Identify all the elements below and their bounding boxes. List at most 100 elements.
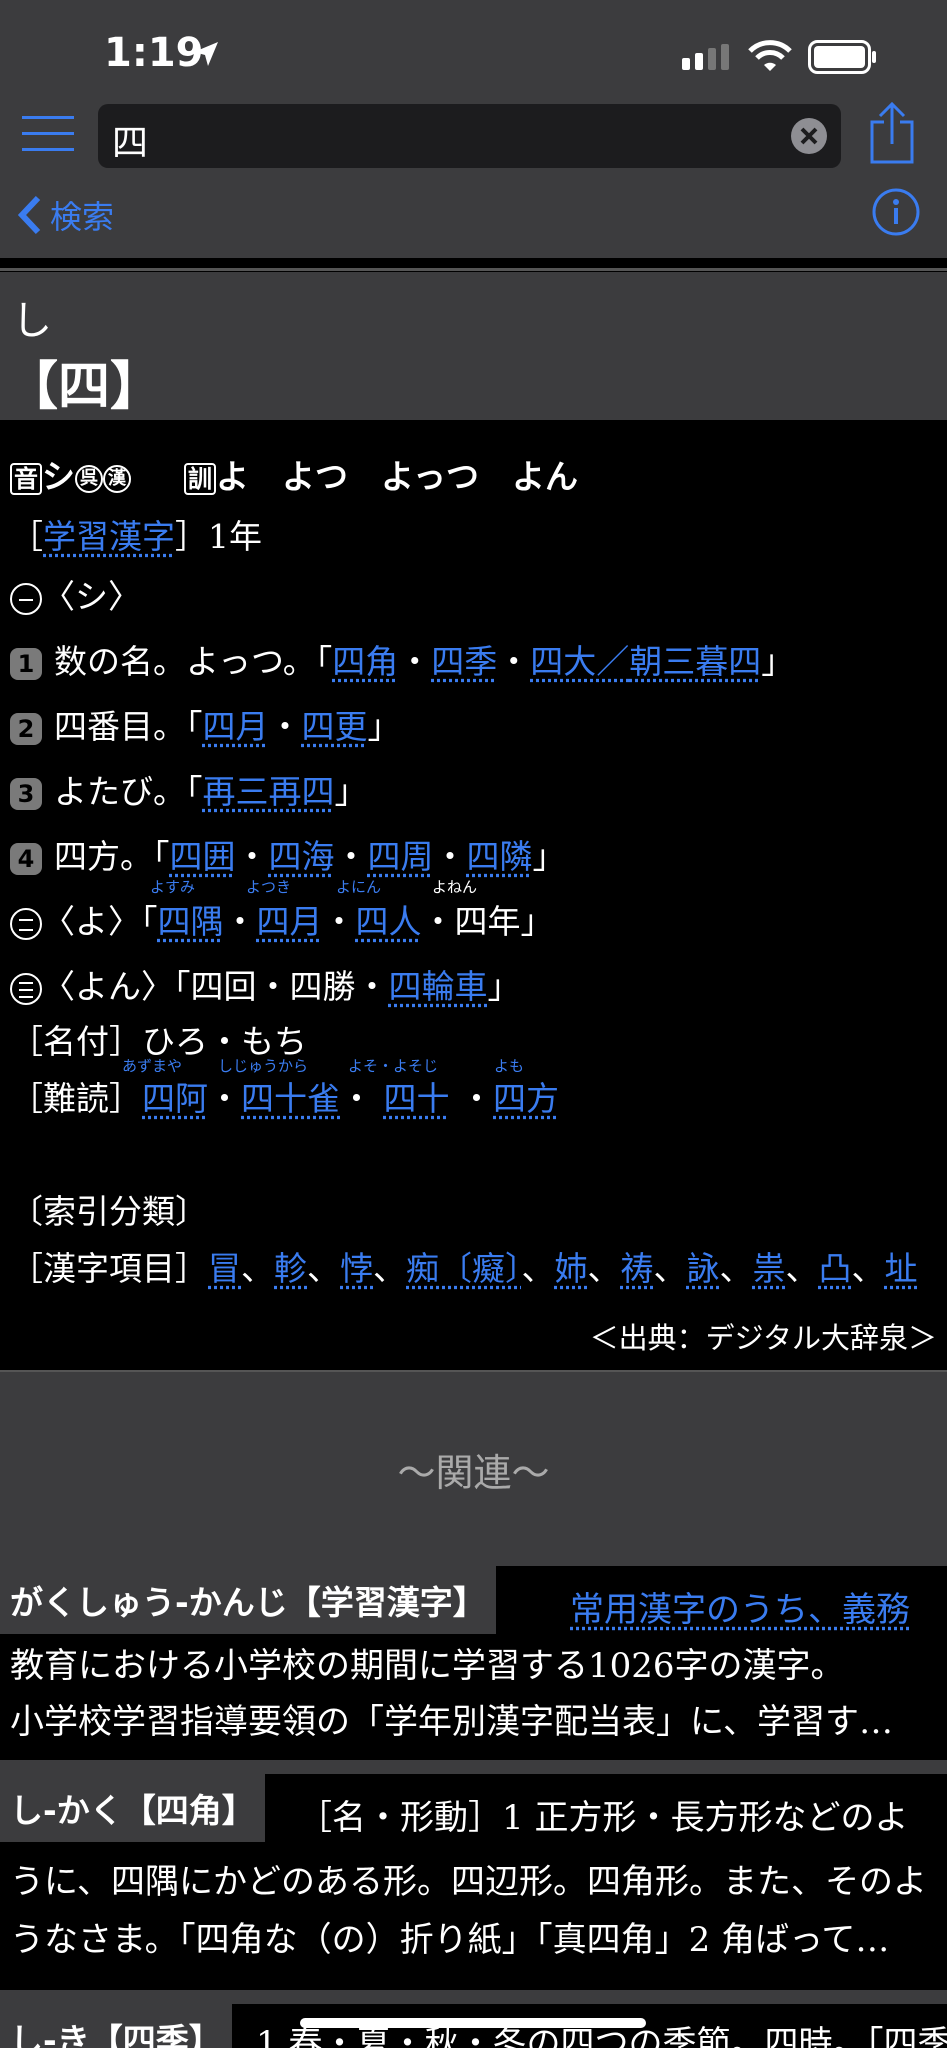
headword-reading: し	[12, 298, 52, 344]
sense-number-2: 2	[10, 713, 42, 745]
sense-text: よたび。「	[54, 772, 203, 811]
ruby-text: よねん	[432, 878, 478, 896]
section-three-mark	[10, 973, 42, 1005]
section-two-label: 〈よ〉「	[42, 902, 158, 941]
link-word[interactable]: 冒	[208, 1249, 241, 1288]
battery-icon	[808, 40, 876, 74]
card-line: 常用漢字のうち、義務	[570, 1582, 910, 1631]
link-word[interactable]: 四阿	[142, 1079, 208, 1118]
card-headword: し-かく【四角】	[0, 1774, 265, 1842]
quote-end: 」	[367, 707, 401, 746]
kun-reading: よ よつ よっつ よん	[216, 457, 579, 496]
grade-open: ［	[10, 517, 43, 556]
sense-text: 四方。「	[54, 837, 170, 876]
link-word[interactable]: 凸	[819, 1249, 852, 1288]
link-word[interactable]: 四十	[384, 1079, 450, 1118]
status-time: 1:19	[104, 30, 204, 76]
section-two-mark	[10, 908, 42, 940]
sense-number-1: 1	[10, 648, 42, 680]
link-word[interactable]: 四隣	[467, 837, 533, 876]
related-title: 〜関連〜	[397, 1451, 550, 1495]
link-word[interactable]: 四更	[302, 707, 368, 746]
link-word[interactable]: 祷	[621, 1249, 654, 1288]
search-value: 四	[112, 123, 149, 164]
quote-end: 」	[761, 642, 795, 681]
index-label: 〔索引分類〕	[10, 1192, 208, 1231]
home-indicator	[300, 2018, 646, 2028]
sense-number-3: 3	[10, 778, 42, 810]
link-word[interactable]: 四人	[356, 902, 422, 941]
link-word[interactable]: 悖	[340, 1249, 373, 1288]
grade-link[interactable]: 学習漢字	[43, 517, 175, 556]
link-word[interactable]: 四月	[203, 707, 269, 746]
link-word[interactable]: 四周	[368, 837, 434, 876]
chevron-left-icon	[17, 195, 41, 235]
kanji-items-label: ［漢字項目］	[10, 1249, 208, 1288]
link-word[interactable]: 四方	[493, 1079, 559, 1118]
related-card[interactable]: がくしゅう-かんじ【学習漢字】 常用漢字のうち、義務 教育における小学校の期間に…	[0, 1566, 947, 1760]
ruby-text: よすみ	[150, 878, 196, 896]
card-text: 常用漢字のうち、義務	[570, 1590, 910, 1630]
back-button[interactable]: 検索	[16, 190, 114, 240]
section-one-mark	[10, 583, 42, 615]
headword-area: し 【四】	[0, 272, 947, 420]
section-two-tail: ・四年」	[421, 902, 554, 941]
sense-3: 3 よたび。「再三再四」	[10, 765, 368, 813]
source-credit: ＜出典：デジタル大辞泉＞	[589, 1321, 937, 1355]
search-input[interactable]: 四	[98, 104, 841, 168]
share-icon[interactable]	[868, 100, 916, 166]
sense-2: 2 四番目。「四月・四更」	[10, 700, 401, 748]
link-word[interactable]: 四角	[332, 642, 398, 681]
quote-end: 」	[532, 837, 566, 876]
divider	[0, 268, 947, 271]
section-three-label: 〈よん〉「四回・四勝・	[42, 967, 389, 1006]
section-three: 〈よん〉「四回・四勝・四輪車」	[10, 960, 521, 1008]
nandoku-label: ［難読］	[10, 1079, 142, 1118]
headword-kanji: 【四】	[6, 356, 163, 417]
card-line: ［名・形動］1 正方形・長方形などのよ	[298, 1798, 909, 1838]
link-word[interactable]: 祟	[753, 1249, 786, 1288]
section-two: 〈よ〉「四隅・四月・四人・四年」	[10, 895, 554, 943]
link-word[interactable]: 四月	[257, 902, 323, 941]
link-word[interactable]: 朝三暮四	[629, 642, 761, 681]
section-one: 〈シ〉	[10, 570, 141, 618]
entry-body: 音シ呉漢 訓よ よつ よっつ よん ［学習漢字］1年 〈シ〉 1 数の名。よっつ。…	[0, 420, 947, 1370]
link-word[interactable]: 姉	[555, 1249, 588, 1288]
signal-icon	[682, 44, 729, 70]
info-icon[interactable]	[872, 188, 920, 236]
on-reading: シ	[42, 457, 75, 496]
menu-icon[interactable]	[22, 112, 74, 156]
link-word[interactable]: 四隅	[158, 902, 224, 941]
link-word[interactable]: 再三再四	[203, 772, 335, 811]
link-word[interactable]: 詠	[687, 1249, 720, 1288]
kanji-items-line: ［漢字項目］冒、軫、悖、痴〔癡〕、姉、祷、詠、祟、凸、址	[10, 1249, 918, 1288]
sense-text: 四番目。「	[54, 707, 203, 746]
card-headword: し-き【四季】	[0, 2004, 232, 2048]
quote-end: 」	[487, 967, 521, 1006]
link-word[interactable]: 四季	[431, 642, 497, 681]
link-word[interactable]: 四大	[530, 642, 596, 681]
link-word[interactable]: 四輪車	[389, 967, 488, 1006]
sense-4: 4 四方。「四囲・四海・四周・四隣」	[10, 830, 566, 878]
wifi-icon	[748, 40, 792, 71]
go-on-mark: 呉	[75, 465, 103, 493]
on-reading-mark: 音	[10, 463, 42, 495]
clear-icon[interactable]	[791, 118, 827, 154]
kan-on-mark: 漢	[103, 465, 131, 493]
link-word[interactable]: 痴〔癡〕	[406, 1249, 522, 1288]
quote-end: 」	[334, 772, 368, 811]
related-section-header: 〜関連〜	[0, 1370, 947, 1566]
sense-1: 1 数の名。よっつ。「四角・四季・四大／朝三暮四」	[10, 635, 794, 683]
slash: ／	[596, 642, 630, 681]
related-card[interactable]: し-かく【四角】 ［名・形動］1 正方形・長方形などのよ うに、四隅にかどのある…	[0, 1774, 947, 1968]
ruby-text: よつき	[246, 878, 292, 896]
link-word[interactable]: 軫	[274, 1249, 307, 1288]
link-word[interactable]: 四海	[269, 837, 335, 876]
card-line: 小学校学習指導要領の「学年別漢字配当表」に、学習す…	[10, 1702, 893, 1742]
location-arrow-icon	[194, 42, 218, 66]
card-line: うに、四隅にかどのある形。四辺形。四角形。また、そのよ	[10, 1862, 927, 1902]
sense-text: 数の名。よっつ。「	[54, 642, 333, 681]
link-word[interactable]: 四囲	[170, 837, 236, 876]
link-word[interactable]: 四十雀	[241, 1079, 340, 1118]
link-word[interactable]: 址	[885, 1249, 918, 1288]
